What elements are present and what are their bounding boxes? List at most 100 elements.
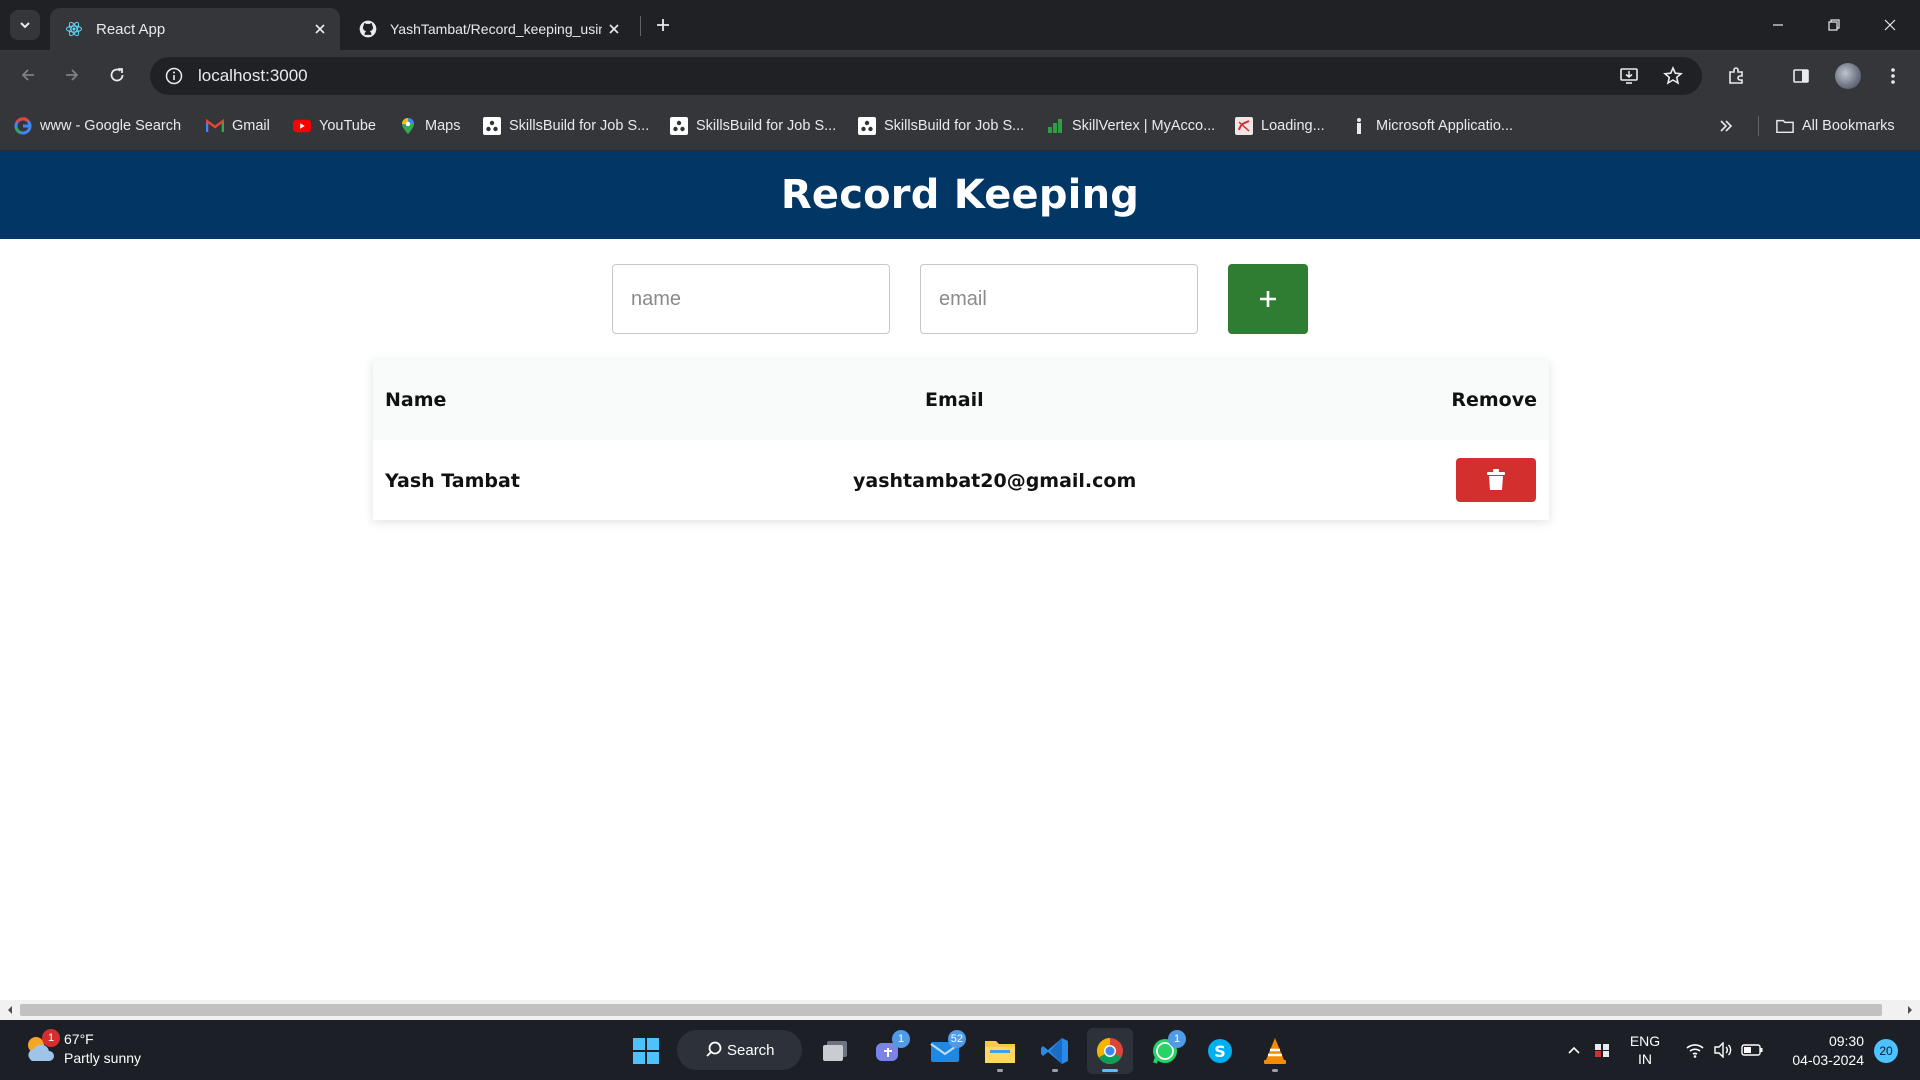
bookmark-label: Loading...: [1261, 118, 1325, 134]
back-button[interactable]: [12, 59, 44, 91]
scroll-left-icon[interactable]: [0, 1000, 20, 1020]
skype-app[interactable]: S: [1197, 1028, 1243, 1074]
arrow-left-icon: [19, 66, 37, 84]
app-header: Record Keeping: [0, 151, 1920, 239]
chrome-app[interactable]: [1087, 1028, 1133, 1074]
teams-badge: 1: [892, 1030, 910, 1048]
skillvertex-icon: [1046, 117, 1064, 135]
record-name: Yash Tambat: [385, 470, 520, 492]
task-view-button[interactable]: [812, 1028, 858, 1074]
email-input[interactable]: [920, 264, 1198, 334]
plus-icon: [655, 17, 671, 33]
windows-taskbar: 1 67°F Partly sunny Search 1 52 1 S ENG …: [0, 1020, 1920, 1080]
language-line-1: ENG: [1629, 1033, 1661, 1049]
weather-condition: Partly sunny: [64, 1050, 142, 1066]
start-button[interactable]: [623, 1028, 669, 1074]
close-icon: [1883, 18, 1897, 32]
tab-search-button[interactable]: [10, 10, 40, 40]
vlc-icon: [1261, 1036, 1289, 1066]
tab-title: YashTambat/Record_keeping_using: [390, 21, 602, 37]
bookmark-google-search[interactable]: www - Google Search: [14, 114, 181, 138]
tab-react-app[interactable]: React App: [50, 8, 340, 50]
whatsapp-app[interactable]: 1: [1142, 1028, 1188, 1074]
column-header-remove: Remove: [1451, 389, 1537, 411]
notification-badge[interactable]: 20: [1874, 1039, 1898, 1063]
maps-icon: [399, 117, 417, 135]
chrome-icon: [1095, 1036, 1125, 1066]
svg-text:S: S: [1214, 1042, 1226, 1061]
all-bookmarks-label: All Bookmarks: [1802, 118, 1895, 134]
reload-button[interactable]: [101, 59, 133, 91]
bookmark-maps[interactable]: Maps: [399, 114, 460, 138]
address-bar[interactable]: localhost:3000: [150, 57, 1702, 95]
bookmarks-overflow-button[interactable]: [1718, 114, 1734, 138]
battery-icon[interactable]: [1738, 1020, 1766, 1080]
side-panel-icon: [1791, 66, 1811, 86]
trash-icon: [1487, 469, 1505, 491]
bookmark-label: www - Google Search: [40, 118, 182, 134]
running-indicator: [1272, 1069, 1278, 1072]
whatsapp-badge: 1: [1168, 1030, 1186, 1048]
extensions-button[interactable]: [1719, 59, 1753, 93]
taskbar-search[interactable]: Search: [677, 1030, 802, 1070]
forward-button[interactable]: [56, 59, 88, 91]
profile-button[interactable]: [1831, 59, 1865, 93]
all-bookmarks-button[interactable]: All Bookmarks: [1776, 114, 1895, 138]
new-tab-button[interactable]: [650, 12, 676, 38]
close-icon[interactable]: [308, 17, 332, 41]
wifi-icon[interactable]: [1682, 1020, 1708, 1080]
bookmark-youtube[interactable]: YouTube: [293, 114, 376, 138]
bookmark-skillsbuild-2[interactable]: SkillsBuild for Job S...: [670, 114, 836, 138]
tab-title: React App: [96, 20, 166, 38]
running-indicator: [1052, 1069, 1058, 1072]
horizontal-scrollbar[interactable]: [0, 1000, 1920, 1020]
add-record-button[interactable]: [1228, 264, 1308, 334]
microsoft-icon: [1350, 117, 1368, 135]
teams-app[interactable]: 1: [866, 1028, 912, 1074]
task-view-icon: [821, 1039, 849, 1063]
menu-button[interactable]: [1876, 59, 1910, 93]
show-hidden-icons-button[interactable]: [1560, 1020, 1588, 1080]
volume-icon[interactable]: [1710, 1020, 1736, 1080]
name-input[interactable]: [612, 264, 890, 334]
record-email: yashtambat20@gmail.com: [853, 470, 1137, 492]
file-explorer-app[interactable]: [977, 1028, 1023, 1074]
bookmark-star-icon[interactable]: [1656, 59, 1690, 93]
tray-app-icon[interactable]: [1590, 1020, 1614, 1080]
bookmark-gmail[interactable]: Gmail: [206, 114, 270, 138]
bookmark-skillvertex[interactable]: SkillVertex | MyAcco...: [1046, 114, 1215, 138]
delete-record-button[interactable]: [1456, 458, 1536, 502]
clock-date: 04-03-2024: [1792, 1052, 1864, 1068]
scrollbar-thumb[interactable]: [20, 1004, 1882, 1016]
vscode-app[interactable]: [1032, 1028, 1078, 1074]
minimize-button[interactable]: [1750, 0, 1806, 50]
bookmark-skillsbuild-3[interactable]: SkillsBuild for Job S...: [858, 114, 1024, 138]
window-close-button[interactable]: [1862, 0, 1918, 50]
bookmark-skillsbuild-1[interactable]: SkillsBuild for Job S...: [483, 114, 649, 138]
reload-icon: [108, 66, 126, 84]
system-clock[interactable]: 09:30 04-03-2024: [1770, 1032, 1864, 1070]
restore-button[interactable]: [1806, 0, 1862, 50]
bookmark-label: SkillVertex | MyAcco...: [1072, 118, 1216, 134]
install-app-icon[interactable]: [1612, 59, 1646, 93]
skype-icon: S: [1206, 1037, 1234, 1065]
weather-widget[interactable]: 1 67°F Partly sunny: [22, 1029, 142, 1068]
language-indicator[interactable]: ENG IN: [1620, 1020, 1670, 1080]
windows-icon: [632, 1037, 660, 1065]
close-icon[interactable]: [602, 17, 626, 41]
mail-app[interactable]: 52: [922, 1028, 968, 1074]
bookmark-microsoft-applications[interactable]: Microsoft Applicatio...: [1350, 114, 1513, 138]
search-label: Search: [727, 1041, 775, 1059]
gmail-icon: [206, 117, 224, 135]
react-icon: [64, 19, 84, 39]
vlc-app[interactable]: [1252, 1028, 1298, 1074]
clock-time: 09:30: [1828, 1033, 1864, 1049]
puzzle-icon: [1726, 66, 1746, 86]
side-panel-button[interactable]: [1784, 59, 1818, 93]
tab-github[interactable]: YashTambat/Record_keeping_using: [344, 8, 634, 50]
scroll-right-icon[interactable]: [1900, 1000, 1920, 1020]
bookmark-loading[interactable]: Loading...: [1235, 114, 1325, 138]
page-title: Record Keeping: [780, 172, 1140, 218]
avatar: [1835, 63, 1861, 89]
site-info-icon[interactable]: [156, 58, 192, 94]
